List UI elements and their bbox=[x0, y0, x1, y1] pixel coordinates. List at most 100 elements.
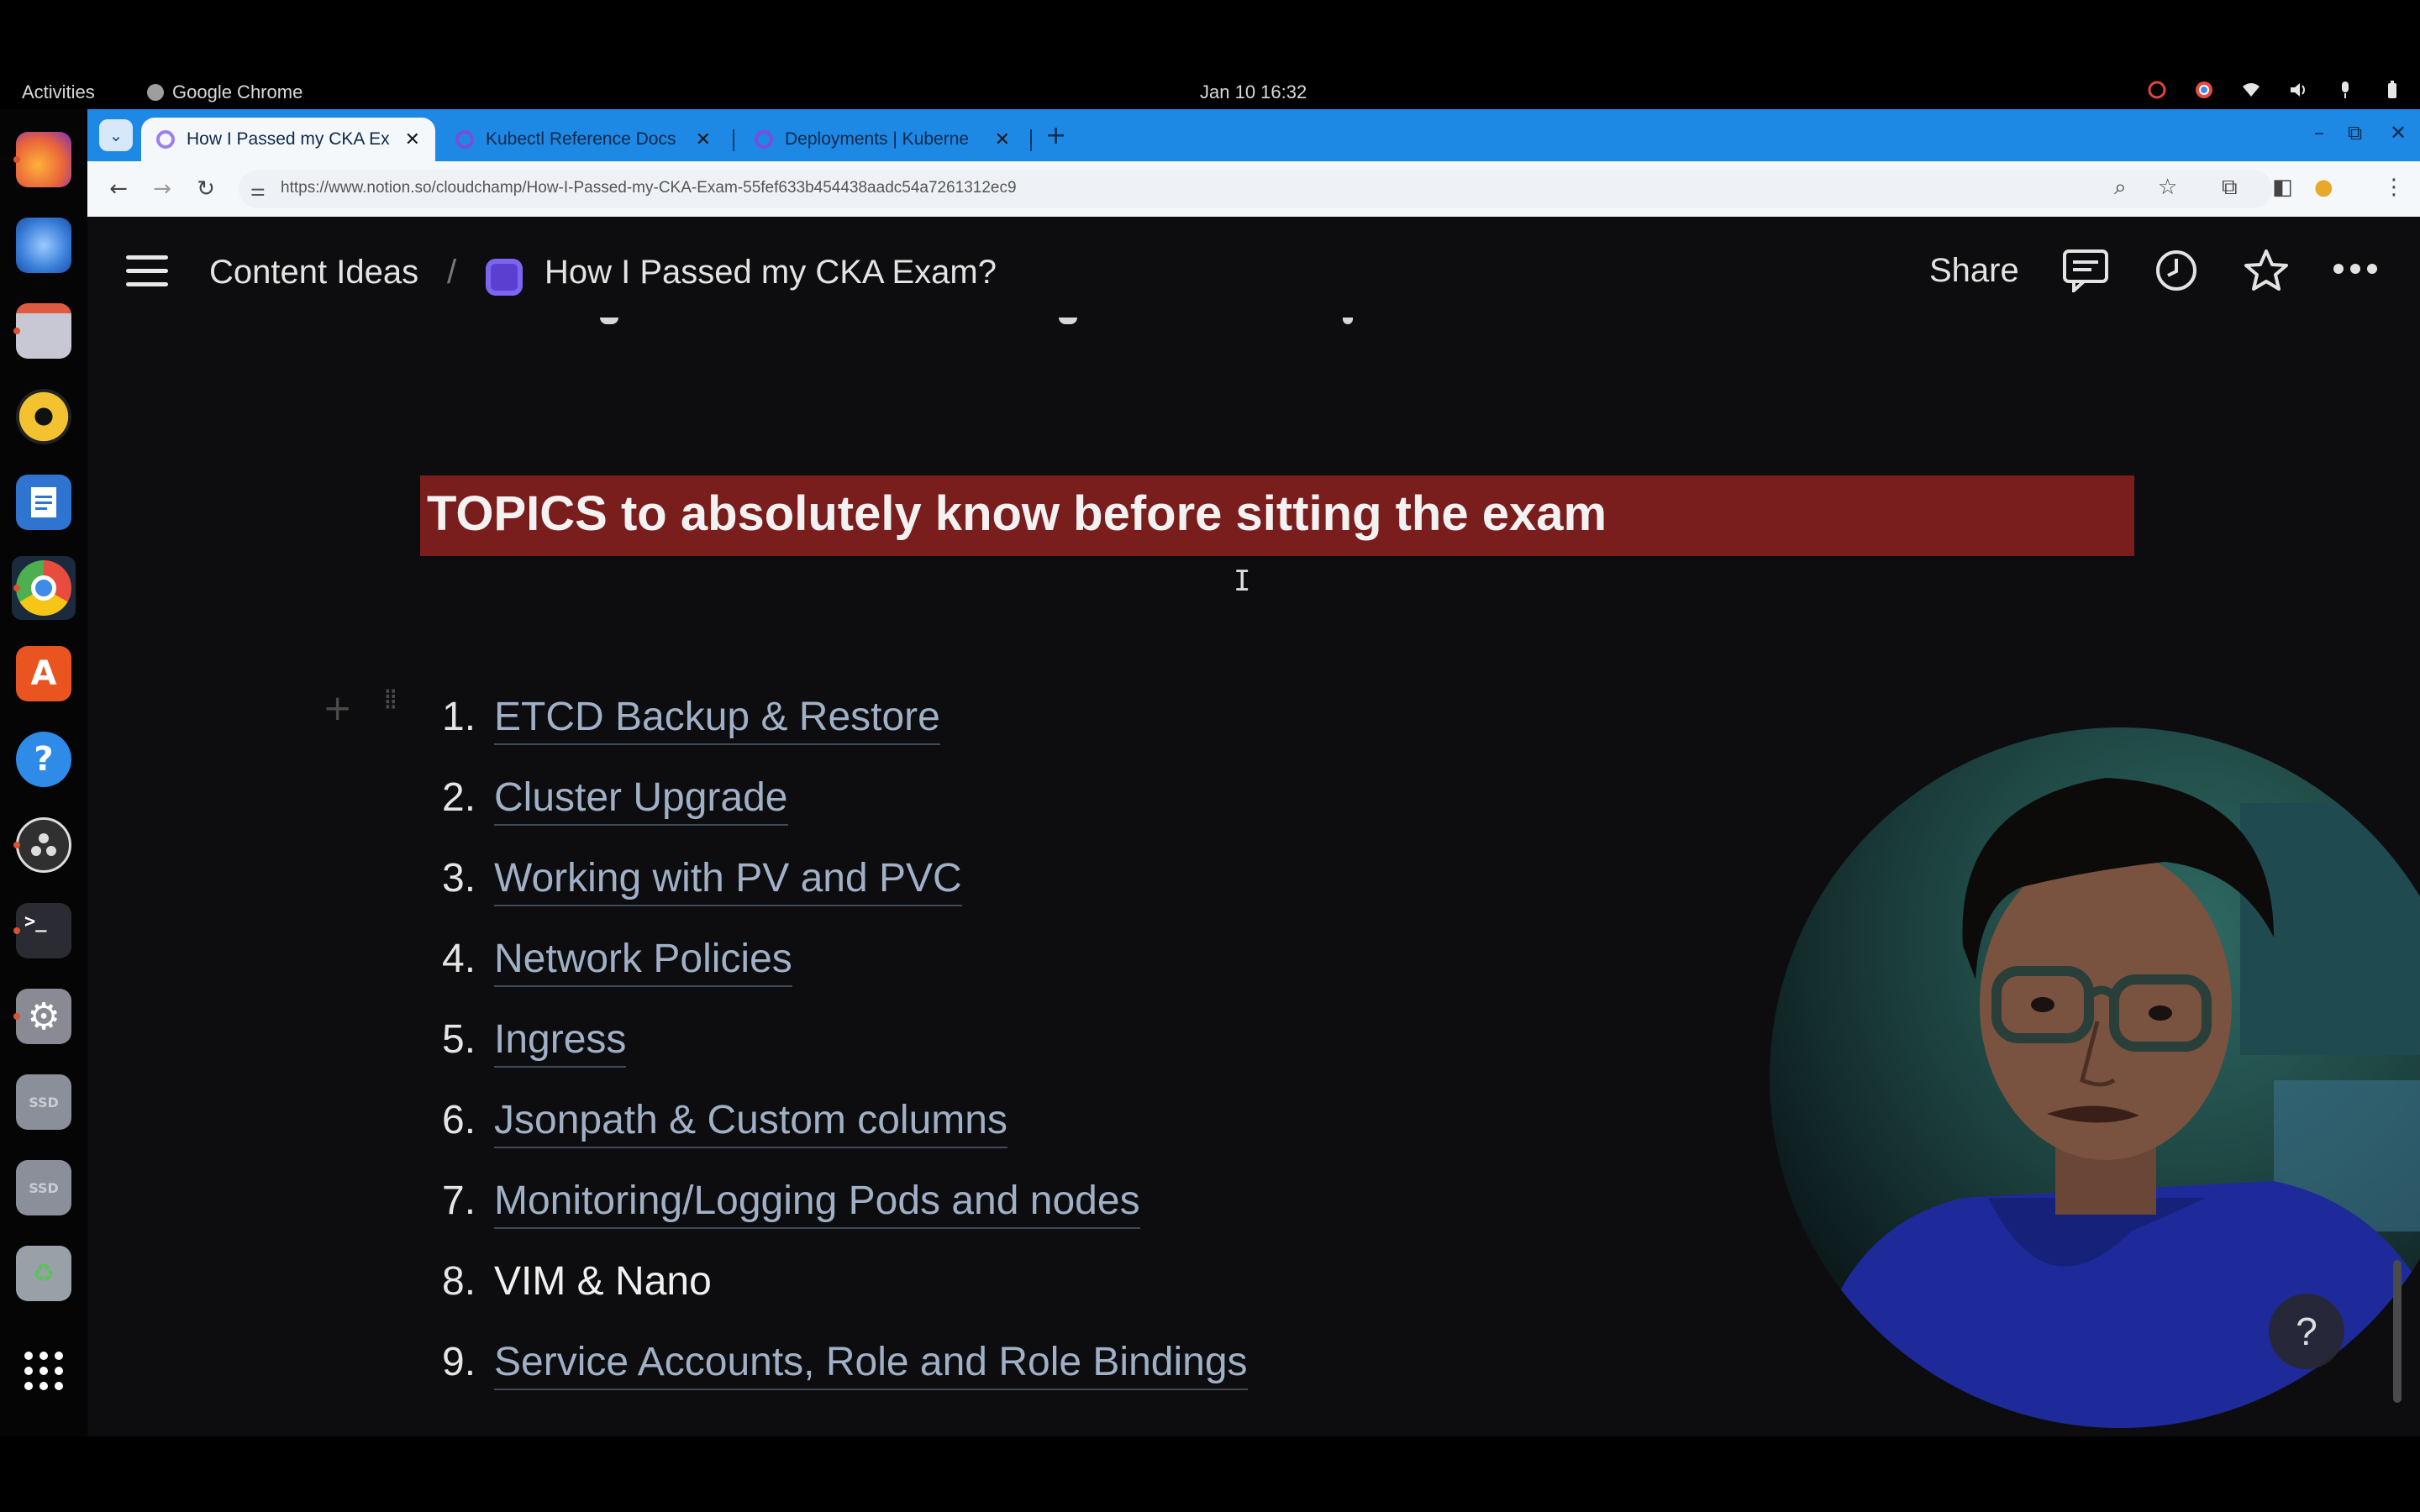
obs-tray-icon[interactable] bbox=[2148, 81, 2166, 99]
dock-chrome[interactable] bbox=[12, 556, 76, 620]
page-emoji-icon bbox=[486, 259, 523, 296]
close-tab-icon[interactable]: ✕ bbox=[995, 129, 1010, 150]
list-text[interactable]: VIM & Nano bbox=[494, 1258, 712, 1308]
page-link[interactable]: Jsonpath & Custom columns bbox=[494, 1097, 1007, 1148]
scrollbar-thumb[interactable] bbox=[2393, 1260, 2402, 1403]
tab-cka-exam[interactable]: How I Passed my CKA Ex ✕ bbox=[141, 118, 435, 161]
tab-deployments[interactable]: Deployments | Kuberne ✕ bbox=[739, 118, 1025, 161]
reload-icon[interactable]: ↻ bbox=[190, 173, 222, 205]
add-block-icon[interactable]: + bbox=[323, 687, 352, 728]
chrome-tray-icon[interactable] bbox=[2195, 81, 2213, 99]
dock-help[interactable]: ? bbox=[12, 727, 76, 791]
page-link[interactable]: Working with PV and PVC bbox=[494, 855, 962, 906]
breadcrumb-parent[interactable]: Content Ideas bbox=[209, 254, 418, 291]
settings-icon: ⚙ bbox=[16, 989, 71, 1044]
dock-files[interactable] bbox=[12, 299, 76, 363]
page-link[interactable]: ETCD Backup & Restore bbox=[494, 694, 940, 745]
wifi-icon[interactable] bbox=[2242, 81, 2260, 99]
list-item: 4. Network Policies bbox=[420, 926, 1597, 1006]
dock-writer[interactable] bbox=[12, 470, 76, 534]
drag-handle-icon[interactable]: ⁞⁞ bbox=[383, 685, 398, 713]
notion-page-favicon-icon bbox=[455, 130, 474, 149]
page-link[interactable]: Ingress bbox=[494, 1016, 627, 1068]
list-number: 4. bbox=[442, 937, 476, 981]
dock-trash[interactable]: ♻ bbox=[12, 1242, 76, 1305]
close-window-icon[interactable]: ✕ bbox=[2390, 121, 2407, 144]
files-icon bbox=[16, 303, 71, 359]
system-top-bar: Activities Google Chrome Jan 10 16:32 bbox=[0, 77, 2420, 108]
back-arrow-icon[interactable]: ← bbox=[103, 173, 134, 205]
side-panel-icon[interactable]: ◧ bbox=[2272, 175, 2293, 200]
close-tab-icon[interactable]: ✕ bbox=[405, 129, 420, 150]
tab-divider bbox=[1030, 129, 1032, 151]
dock-settings[interactable]: ⚙ bbox=[12, 984, 76, 1048]
dock-ssd-1[interactable]: SSD bbox=[12, 1070, 76, 1134]
breadcrumb-current-page[interactable]: How I Passed my CKA Exam? bbox=[544, 254, 997, 291]
trash-icon: ♻ bbox=[16, 1246, 71, 1301]
list-item: 2. Cluster Upgrade bbox=[420, 764, 1597, 845]
dock-app-center[interactable]: A bbox=[12, 642, 76, 706]
dock-ssd-2[interactable]: SSD bbox=[12, 1156, 76, 1220]
tab-divider bbox=[733, 129, 734, 151]
tab-title: How I Passed my CKA Ex bbox=[187, 129, 390, 149]
breadcrumb-separator: / bbox=[447, 254, 457, 291]
firefox-icon bbox=[16, 132, 71, 187]
chevron-down-icon: ⌄ bbox=[108, 125, 124, 145]
dock-obs[interactable] bbox=[12, 813, 76, 877]
dock-firefox[interactable] bbox=[12, 128, 76, 192]
dock-show-apps[interactable] bbox=[12, 1339, 76, 1403]
notion-topbar: Content Ideas / How I Passed my CKA Exam… bbox=[87, 217, 2420, 318]
zoom-icon[interactable]: ⌕ bbox=[2114, 175, 2127, 201]
tab-title: Kubectl Reference Docs bbox=[486, 129, 676, 149]
page-link[interactable]: Cluster Upgrade bbox=[494, 774, 788, 826]
close-tab-icon[interactable]: ✕ bbox=[696, 129, 711, 150]
url-text[interactable]: https://www.notion.so/cloudchamp/How-I-P… bbox=[281, 179, 1017, 197]
chrome-icon bbox=[16, 560, 71, 616]
heading-text: TOPICS to absolutely know before sitting… bbox=[427, 486, 1607, 541]
activities-button[interactable]: Activities bbox=[22, 81, 95, 103]
minimize-icon[interactable]: – bbox=[2314, 121, 2324, 144]
letterbox-bottom bbox=[0, 1436, 2420, 1512]
microphone-icon[interactable] bbox=[2336, 81, 2354, 99]
running-indicator bbox=[13, 328, 20, 334]
restore-icon[interactable]: ⧉ bbox=[2348, 121, 2362, 144]
tab-title: Deployments | Kuberne bbox=[785, 129, 970, 149]
favorite-star-icon[interactable] bbox=[2244, 249, 2289, 299]
share-button[interactable]: Share bbox=[1929, 252, 2019, 290]
page-link[interactable]: Monitoring/Logging Pods and nodes bbox=[494, 1178, 1140, 1229]
list-number: 9. bbox=[442, 1340, 476, 1384]
dock-rhythmbox[interactable] bbox=[12, 385, 76, 449]
forward-arrow-icon[interactable]: → bbox=[146, 173, 178, 205]
block-handles[interactable]: + ⁞⁞ bbox=[323, 685, 415, 734]
history-clock-icon[interactable] bbox=[2154, 249, 2198, 299]
more-options-icon[interactable] bbox=[2331, 247, 2380, 297]
list-item: 3. Working with PV and PVC bbox=[420, 845, 1597, 926]
menu-kebab-icon[interactable]: ⋮ bbox=[2383, 175, 2405, 200]
dock: A ? >_ ⚙ SSD SSD ♻ bbox=[0, 109, 87, 1436]
running-indicator bbox=[13, 927, 20, 934]
page-link[interactable]: Service Accounts, Role and Role Bindings bbox=[494, 1339, 1248, 1390]
dock-terminal[interactable]: >_ bbox=[12, 899, 76, 963]
list-item: 5. Ingress bbox=[420, 1006, 1597, 1087]
site-info-icon[interactable]: ⚌ bbox=[250, 180, 266, 200]
system-tray[interactable] bbox=[2148, 81, 2402, 99]
app-menu[interactable]: Google Chrome bbox=[147, 81, 302, 103]
profile-avatar[interactable]: ● bbox=[2314, 175, 2333, 200]
address-bar[interactable]: ⚌ https://www.notion.so/cloudchamp/How-I… bbox=[239, 170, 2272, 208]
volume-icon[interactable] bbox=[2289, 81, 2307, 99]
battery-icon[interactable] bbox=[2383, 81, 2402, 99]
rhythmbox-icon bbox=[16, 389, 71, 444]
bookmark-star-icon[interactable]: ☆ bbox=[2158, 175, 2177, 200]
help-button[interactable]: ? bbox=[2269, 1294, 2344, 1369]
clock[interactable]: Jan 10 16:32 bbox=[1200, 81, 1307, 103]
sidebar-toggle-icon[interactable] bbox=[126, 255, 168, 289]
new-tab-icon[interactable]: + bbox=[1045, 121, 1066, 150]
tab-search-button[interactable]: ⌄ bbox=[99, 119, 133, 151]
highlighted-heading[interactable]: TOPICS to absolutely know before sitting… bbox=[420, 475, 2134, 556]
dock-thunderbird[interactable] bbox=[12, 213, 76, 277]
extensions-icon[interactable]: ⧉ bbox=[2222, 175, 2238, 201]
page-link[interactable]: Network Policies bbox=[494, 936, 792, 987]
comments-icon[interactable] bbox=[2062, 249, 2109, 299]
tab-kubectl-docs[interactable]: Kubectl Reference Docs ✕ bbox=[440, 118, 726, 161]
writer-icon bbox=[16, 475, 71, 530]
